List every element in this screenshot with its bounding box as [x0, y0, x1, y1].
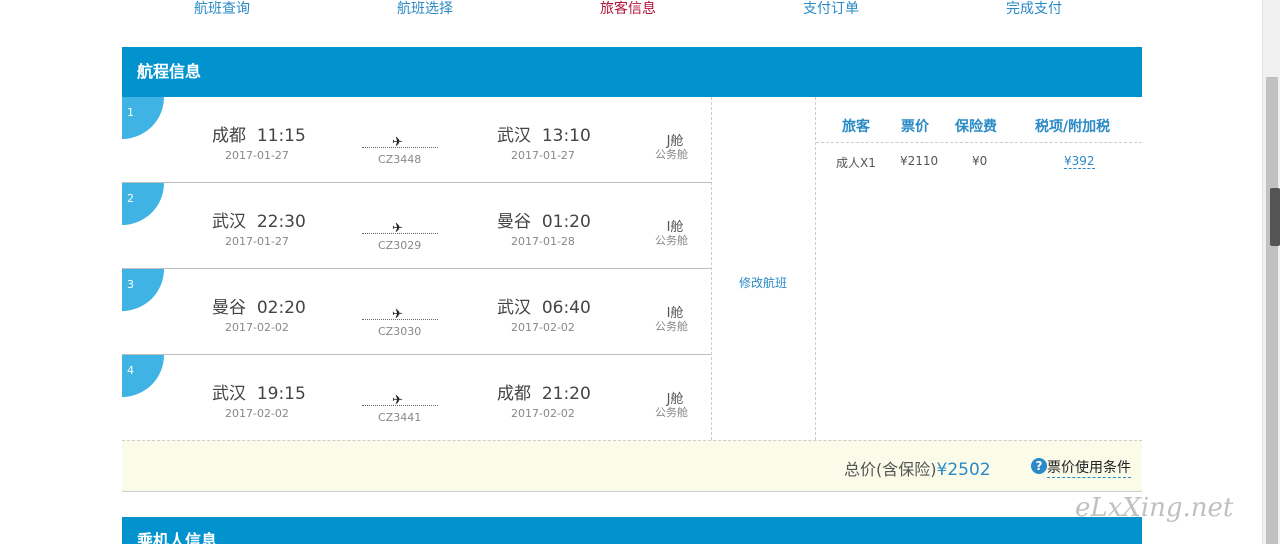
segment-number-badge: 4: [122, 355, 164, 397]
step-pay-order: 支付订单: [803, 1, 859, 17]
departure-city: 武汉: [212, 212, 246, 232]
departure-time: 19:15: [256, 384, 306, 404]
arrival-city: 武汉: [497, 298, 531, 318]
departure-date: 2017-01-27: [225, 149, 289, 162]
passenger-section-header: 乘机人信息: [122, 517, 1142, 544]
departure-date: 2017-02-02: [225, 407, 289, 420]
arrival-city: 成都: [497, 384, 531, 404]
departure: 武汉 22:30: [212, 207, 306, 232]
scrollbar-thumb[interactable]: [1266, 77, 1278, 544]
arrival-date: 2017-02-02: [511, 321, 575, 334]
flight-row: 3 曼谷 02:20 2017-02-02 ✈ CZ3030 武汉 06:40 2017-0…: [122, 269, 712, 355]
price-header-passenger: 旅客: [842, 119, 870, 135]
step-passenger-info: 旅客信息: [600, 1, 656, 17]
total-value: ¥2502: [936, 460, 991, 480]
scrollbar[interactable]: [1262, 0, 1280, 544]
price-table-header: 旅客 票价 保险费 税项/附加税: [816, 104, 1142, 143]
departure: 武汉 19:15: [212, 379, 306, 404]
segment-number-badge: 1: [122, 97, 164, 139]
departure-date: 2017-01-27: [225, 235, 289, 248]
departure: 曼谷 02:20: [212, 293, 306, 318]
arrival: 成都 21:20: [497, 379, 591, 404]
airplane-icon: ✈: [392, 307, 403, 322]
arrival-time: 01:20: [541, 212, 591, 232]
question-icon[interactable]: ?: [1031, 458, 1047, 474]
watermark: eLxXing.net: [1075, 493, 1234, 523]
price-header-fare: 票价: [901, 119, 929, 135]
arrival-city: 曼谷: [497, 212, 531, 232]
arrival-date: 2017-02-02: [511, 407, 575, 420]
side-handle[interactable]: [1270, 188, 1280, 246]
arrival-time: 06:40: [541, 298, 591, 318]
segment-number-badge: 3: [122, 269, 164, 311]
airplane-icon: ✈: [392, 393, 403, 408]
departure-city: 成都: [212, 126, 246, 146]
departure: 成都 11:15: [212, 121, 306, 146]
segment-number-badge: 2: [122, 183, 164, 225]
cabin-class: 公务舱: [655, 234, 688, 247]
flight-row: 1 成都 11:15 2017-01-27 ✈ CZ3448 武汉 13:10 2017-0…: [122, 97, 712, 183]
departure-time: 22:30: [256, 212, 306, 232]
fare-rules-link[interactable]: 票价使用条件: [1047, 457, 1131, 478]
airplane-icon: ✈: [392, 135, 403, 150]
price-cell-insurance: ¥0: [972, 154, 988, 168]
arrival: 武汉 06:40: [497, 293, 591, 318]
price-cell-fare: ¥2110: [900, 154, 939, 168]
departure-time: 02:20: [256, 298, 306, 318]
itinerary-section-header: 航程信息: [122, 47, 1142, 97]
cabin-class: 公务舱: [655, 148, 688, 161]
departure-city: 曼谷: [212, 298, 246, 318]
arrival: 曼谷 01:20: [497, 207, 591, 232]
divider: [815, 97, 816, 440]
arrival-city: 武汉: [497, 126, 531, 146]
arrival-time: 13:10: [541, 126, 591, 146]
step-flight-select[interactable]: 航班选择: [397, 0, 453, 18]
flight-row: 4 武汉 19:15 2017-02-02 ✈ CZ3441 成都 21:20 2017-0…: [122, 355, 712, 441]
departure-time: 11:15: [256, 126, 306, 146]
total-label: 总价(含保险): [844, 460, 937, 479]
arrival-date: 2017-01-27: [511, 149, 575, 162]
step-flight-search[interactable]: 航班查询: [194, 0, 250, 18]
total-price-bar: 总价(含保险)¥2502 ? 票价使用条件: [122, 440, 1142, 492]
step-payment-complete: 完成支付: [1006, 1, 1062, 17]
price-header-insurance: 保险费: [955, 119, 997, 135]
cabin-class: 公务舱: [655, 406, 688, 419]
cabin-class: 公务舱: [655, 320, 688, 333]
price-cell-passenger: 成人X1: [836, 156, 876, 170]
flight-number: CZ3030: [378, 325, 422, 338]
arrival-date: 2017-01-28: [511, 235, 575, 248]
arrival-time: 21:20: [541, 384, 591, 404]
modify-flight-link[interactable]: 修改航班: [739, 274, 787, 291]
price-cell-tax-link[interactable]: ¥392: [1064, 154, 1095, 169]
arrival: 武汉 13:10: [497, 121, 591, 146]
flight-number: CZ3448: [378, 153, 422, 166]
progress-steps: 航班查询 航班选择 旅客信息 支付订单 完成支付: [122, 0, 1142, 18]
flight-number: CZ3029: [378, 239, 422, 252]
flight-number: CZ3441: [378, 411, 422, 424]
flight-list: 1 成都 11:15 2017-01-27 ✈ CZ3448 武汉 13:10 2017-0…: [122, 97, 712, 440]
divider: [711, 97, 712, 440]
price-header-tax: 税项/附加税: [1035, 119, 1111, 135]
flight-row: 2 武汉 22:30 2017-01-27 ✈ CZ3029 曼谷 01:20 2017-0…: [122, 183, 712, 269]
departure-date: 2017-02-02: [225, 321, 289, 334]
airplane-icon: ✈: [392, 221, 403, 236]
departure-city: 武汉: [212, 384, 246, 404]
total-price: 总价(含保险)¥2502: [844, 456, 991, 480]
